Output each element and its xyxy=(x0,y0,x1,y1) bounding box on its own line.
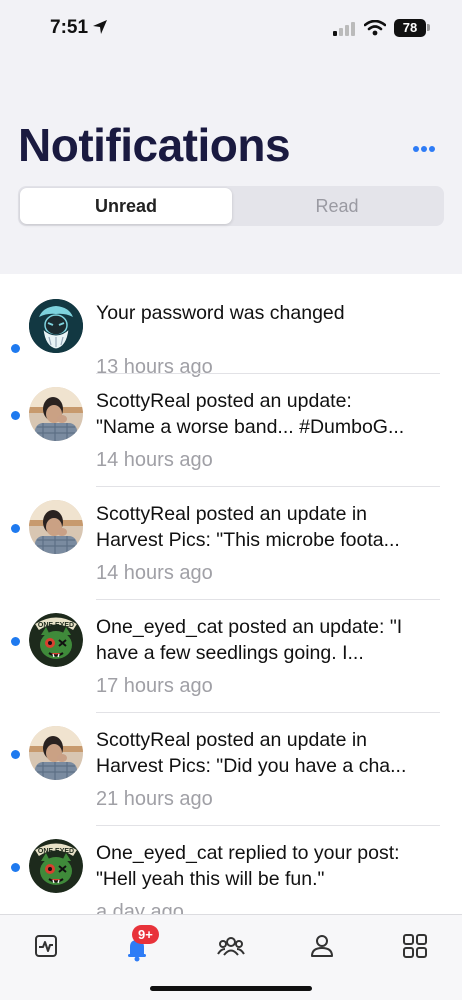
unread-dot xyxy=(11,750,20,759)
notification-item[interactable]: ScottyReal posted an update in Harvest P… xyxy=(0,713,462,826)
notification-text: Harvest Pics: "Did you have a cha... xyxy=(96,755,407,777)
battery-nub xyxy=(427,24,430,31)
scottyreal-photo-icon xyxy=(29,387,83,441)
ellipsis-dot xyxy=(421,146,427,152)
activity-icon[interactable] xyxy=(31,931,61,961)
unread-dot xyxy=(11,637,20,646)
unread-dot xyxy=(11,344,20,353)
tab-unread[interactable]: Unread xyxy=(20,188,232,224)
notification-text: One_eyed_cat replied to your post: xyxy=(96,842,400,864)
avatar xyxy=(29,299,83,353)
one-eyed-label: ONE EYED xyxy=(38,848,74,855)
unread-dot xyxy=(11,863,20,872)
scottyreal-photo-icon xyxy=(29,726,83,780)
avatar xyxy=(29,500,83,554)
notification-time: 14 hours ago xyxy=(96,449,213,471)
page-title: Notifications xyxy=(18,119,291,171)
one-eyed-cat-logo-icon: ONE EYED xyxy=(29,839,83,893)
avatar xyxy=(29,387,83,441)
notification-text: ScottyReal posted an update in xyxy=(96,729,368,751)
notification-text: "Hell yeah this will be fun." xyxy=(96,868,325,890)
avatar: ONE EYED xyxy=(29,613,83,667)
notification-text: ScottyReal posted an update: xyxy=(96,390,352,412)
notification-text: Harvest Pics: "This microbe foota... xyxy=(96,529,400,551)
status-bar: 7:51 78 xyxy=(0,0,462,56)
notification-text: have a few seedlings going. I... xyxy=(96,642,364,664)
notifications-badge: 9+ xyxy=(132,925,159,944)
notification-item[interactable]: ScottyReal posted an update in Harvest P… xyxy=(0,487,462,600)
notification-text: ScottyReal posted an update in xyxy=(96,503,368,525)
unread-dot xyxy=(11,524,20,533)
battery-level: 78 xyxy=(394,19,426,37)
avatar: ONE EYED xyxy=(29,839,83,893)
tab-read[interactable]: Read xyxy=(232,188,442,224)
notification-item[interactable]: ONE EYED One_eyed_cat replied to your po… xyxy=(0,826,462,914)
home-indicator xyxy=(150,986,312,991)
notification-time: 21 hours ago xyxy=(96,788,213,810)
cellular-signal-icon xyxy=(333,22,355,36)
notification-time: 17 hours ago xyxy=(96,675,213,697)
notification-time: a day ago xyxy=(96,901,184,914)
unread-dot xyxy=(11,411,20,420)
one-eyed-label: ONE EYED xyxy=(38,622,74,629)
status-time: 7:51 xyxy=(50,17,89,38)
avatar xyxy=(29,726,83,780)
notification-text: One_eyed_cat posted an update: "I xyxy=(96,616,403,638)
notification-time: 14 hours ago xyxy=(96,562,213,584)
ellipsis-dot xyxy=(429,146,435,152)
location-arrow-icon xyxy=(93,20,107,34)
notification-item[interactable]: ScottyReal posted an update: "Name a wor… xyxy=(0,374,462,487)
apps-grid-icon[interactable] xyxy=(400,931,430,961)
zeus-logo-icon xyxy=(29,299,83,353)
notification-list: Your password was changed 13 hours ago S… xyxy=(0,274,462,914)
notification-item[interactable]: ONE EYED One_eyed_cat posted an update: … xyxy=(0,600,462,713)
profile-icon[interactable] xyxy=(307,931,337,961)
read-filter-segmented-control: Unread Read xyxy=(18,186,444,226)
wifi-icon xyxy=(364,20,386,36)
scottyreal-photo-icon xyxy=(29,500,83,554)
one-eyed-cat-logo-icon: ONE EYED xyxy=(29,613,83,667)
notification-text: Your password was changed xyxy=(96,302,345,324)
notification-text: "Name a worse band... #DumboG... xyxy=(96,416,405,438)
ellipsis-icon xyxy=(413,146,419,152)
groups-icon[interactable] xyxy=(216,931,246,961)
more-options-button[interactable] xyxy=(408,138,440,158)
